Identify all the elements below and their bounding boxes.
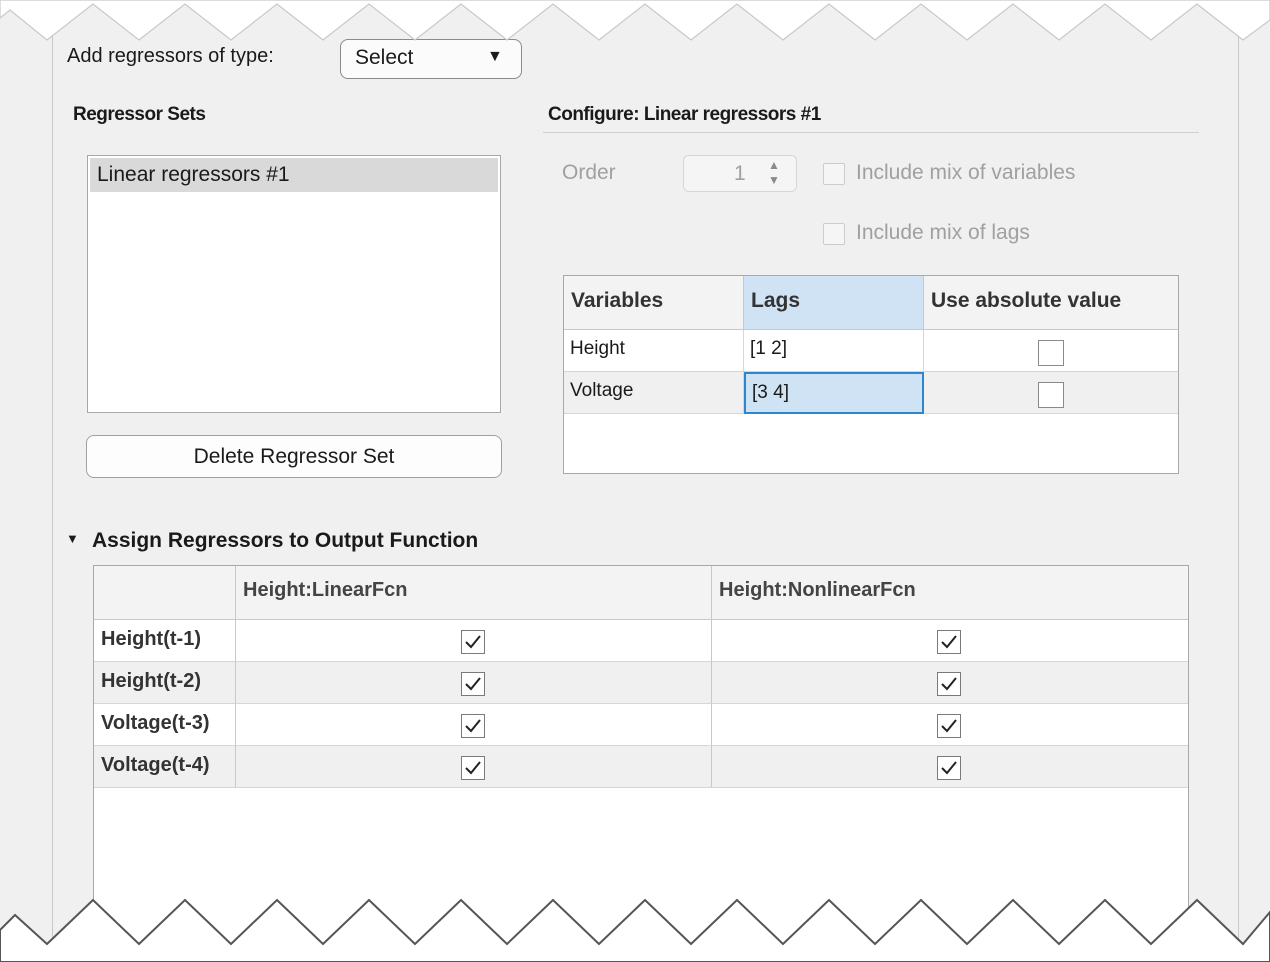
order-label: Order	[562, 161, 616, 184]
delete-regressor-set-button[interactable]: Delete Regressor Set	[86, 435, 502, 478]
column-header-blank	[94, 566, 236, 620]
table-cell	[712, 746, 1188, 788]
table-cell-lags-active[interactable]: [3 4]	[744, 372, 924, 414]
variables-table: Variables Lags Use absolute value Height…	[563, 275, 1179, 474]
nonlinear-checkbox[interactable]	[937, 672, 961, 696]
table-cell	[712, 662, 1188, 704]
table-cell	[236, 704, 712, 746]
column-header-absolute[interactable]: Use absolute value	[924, 276, 1178, 330]
table-cell	[236, 620, 712, 662]
table-cell-variable[interactable]: Height	[564, 330, 744, 372]
column-header-variables[interactable]: Variables	[564, 276, 744, 330]
table-cell-absolute	[924, 372, 1178, 414]
checkmark-icon	[941, 719, 957, 733]
table-cell	[236, 746, 712, 788]
column-header-lags[interactable]: Lags	[744, 276, 924, 330]
include-mix-lags-label: Include mix of lags	[856, 221, 1030, 244]
row-header: Voltage(t-3)	[94, 704, 236, 746]
assign-regressors-table: Height:LinearFcn Height:NonlinearFcn Hei…	[93, 565, 1189, 962]
row-header: Height(t-2)	[94, 662, 236, 704]
row-header: Voltage(t-4)	[94, 746, 236, 788]
configure-divider	[543, 132, 1199, 133]
regressor-panel: Add regressors of type: Select ▼ Regress…	[0, 0, 1270, 962]
dropdown-value: Select	[355, 46, 414, 69]
table-cell-lags[interactable]: [1 2]	[744, 330, 924, 372]
table-cell	[712, 620, 1188, 662]
assign-regressors-heading[interactable]: Assign Regressors to Output Function	[92, 529, 478, 553]
panel-right-border	[1238, 0, 1239, 962]
order-spinner[interactable]: 1 ▲ ▼	[683, 155, 797, 192]
regressor-sets-list[interactable]: Linear regressors #1	[87, 155, 501, 413]
add-regressors-label: Add regressors of type:	[67, 45, 274, 67]
checkmark-icon	[465, 719, 481, 733]
absolute-value-checkbox[interactable]	[1038, 382, 1064, 408]
checkmark-icon	[465, 635, 481, 649]
dropdown-arrow-icon: ▼	[487, 48, 503, 65]
row-header: Height(t-1)	[94, 620, 236, 662]
checkmark-icon	[465, 677, 481, 691]
table-cell	[236, 662, 712, 704]
list-item[interactable]: Linear regressors #1	[90, 158, 498, 192]
linear-checkbox[interactable]	[461, 714, 485, 738]
table-cell-variable[interactable]: Voltage	[564, 372, 744, 414]
linear-checkbox[interactable]	[461, 630, 485, 654]
spinner-up-icon[interactable]: ▲	[768, 158, 780, 172]
collapse-caret-icon[interactable]: ▼	[66, 531, 79, 546]
checkmark-icon	[941, 677, 957, 691]
column-header-nonlinear[interactable]: Height:NonlinearFcn	[712, 566, 1188, 620]
table-cell-absolute	[924, 330, 1178, 372]
configure-heading: Configure: Linear regressors #1	[548, 104, 821, 125]
absolute-value-checkbox[interactable]	[1038, 340, 1064, 366]
spinner-down-icon[interactable]: ▼	[768, 173, 780, 187]
include-mix-variables-label: Include mix of variables	[856, 161, 1076, 184]
checkmark-icon	[941, 761, 957, 775]
nonlinear-checkbox[interactable]	[937, 714, 961, 738]
linear-checkbox[interactable]	[461, 672, 485, 696]
nonlinear-checkbox[interactable]	[937, 756, 961, 780]
checkmark-icon	[941, 635, 957, 649]
column-header-linear[interactable]: Height:LinearFcn	[236, 566, 712, 620]
linear-checkbox[interactable]	[461, 756, 485, 780]
include-mix-variables-checkbox[interactable]	[823, 163, 845, 185]
regressor-type-dropdown[interactable]: Select ▼	[340, 39, 522, 79]
table-cell	[712, 704, 1188, 746]
regressor-sets-heading: Regressor Sets	[73, 104, 206, 125]
checkmark-icon	[465, 761, 481, 775]
include-mix-lags-checkbox[interactable]	[823, 223, 845, 245]
nonlinear-checkbox[interactable]	[937, 630, 961, 654]
panel-left-border	[52, 0, 53, 962]
order-value: 1	[734, 162, 746, 185]
